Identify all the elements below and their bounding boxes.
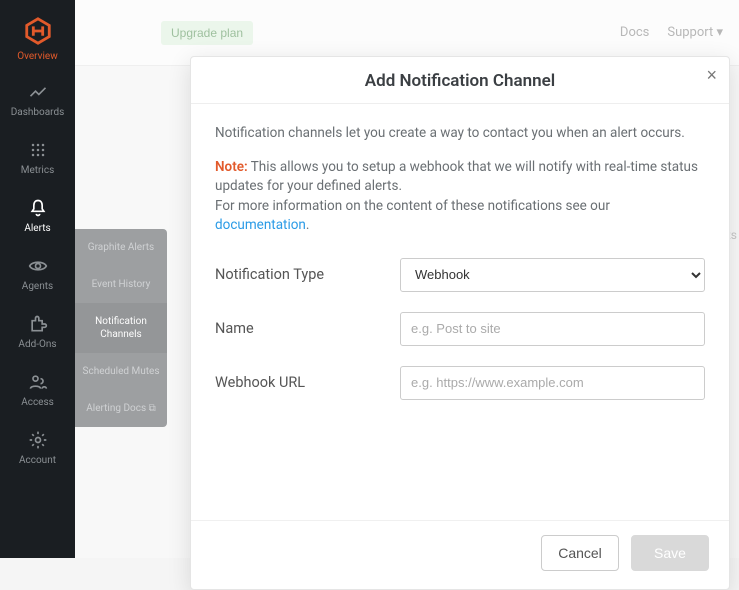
webhook-url-input[interactable] xyxy=(400,366,705,400)
form-row-url: Webhook URL xyxy=(215,366,705,400)
notification-type-label: Notification Type xyxy=(215,266,400,283)
modal-footer: Cancel Save xyxy=(191,520,729,589)
form-row-name: Name xyxy=(215,312,705,346)
modal-intro-text: Notification channels let you create a w… xyxy=(215,124,705,144)
sidebar-item-label: Account xyxy=(19,455,56,466)
main-sidebar: Overview Dashboards Metrics Alerts Agent… xyxy=(0,0,75,558)
note-text: This allows you to setup a webhook that … xyxy=(215,159,698,195)
sidebar-item-label: Metrics xyxy=(21,165,55,176)
users-icon xyxy=(28,372,48,392)
sidebar-item-label: Overview xyxy=(17,51,58,62)
puzzle-icon xyxy=(28,314,48,334)
logo-icon xyxy=(23,16,53,46)
sidebar-item-dashboards[interactable]: Dashboards xyxy=(0,70,75,128)
sidebar-item-metrics[interactable]: Metrics xyxy=(0,128,75,186)
sidebar-item-addons[interactable]: Add-Ons xyxy=(0,302,75,360)
form-row-type: Notification Type Webhook xyxy=(215,258,705,292)
modal-note: Note: This allows you to setup a webhook… xyxy=(215,158,705,236)
info-prefix: For more information on the content of t… xyxy=(215,198,610,214)
metrics-icon xyxy=(28,140,48,160)
chart-line-icon xyxy=(28,82,48,102)
gear-icon xyxy=(28,430,48,450)
bell-icon xyxy=(28,198,48,218)
sidebar-item-label: Dashboards xyxy=(11,107,65,118)
sidebar-item-overview[interactable]: Overview xyxy=(0,10,75,70)
sidebar-item-alerts[interactable]: Alerts xyxy=(0,186,75,244)
documentation-link[interactable]: documentation xyxy=(215,217,306,233)
modal-body: Notification channels let you create a w… xyxy=(191,104,729,520)
sidebar-item-label: Add-Ons xyxy=(18,339,56,350)
eye-icon xyxy=(28,256,48,276)
notification-type-select[interactable]: Webhook xyxy=(400,258,705,292)
sidebar-item-label: Alerts xyxy=(24,223,50,234)
modal-title: Add Notification Channel xyxy=(365,71,555,91)
save-button[interactable]: Save xyxy=(631,535,709,571)
modal-header: Add Notification Channel × xyxy=(191,57,729,104)
name-input[interactable] xyxy=(400,312,705,346)
name-label: Name xyxy=(215,320,400,337)
info-suffix: . xyxy=(306,217,310,233)
sidebar-item-agents[interactable]: Agents xyxy=(0,244,75,302)
sidebar-item-access[interactable]: Access xyxy=(0,360,75,418)
add-notification-channel-modal: Add Notification Channel × Notification … xyxy=(190,56,730,590)
sidebar-item-label: Access xyxy=(21,397,54,408)
close-icon[interactable]: × xyxy=(706,65,717,86)
note-label: Note: xyxy=(215,159,248,175)
sidebar-item-account[interactable]: Account xyxy=(0,418,75,476)
sidebar-item-label: Agents xyxy=(22,281,53,292)
cancel-button[interactable]: Cancel xyxy=(541,535,619,571)
webhook-url-label: Webhook URL xyxy=(215,374,400,391)
